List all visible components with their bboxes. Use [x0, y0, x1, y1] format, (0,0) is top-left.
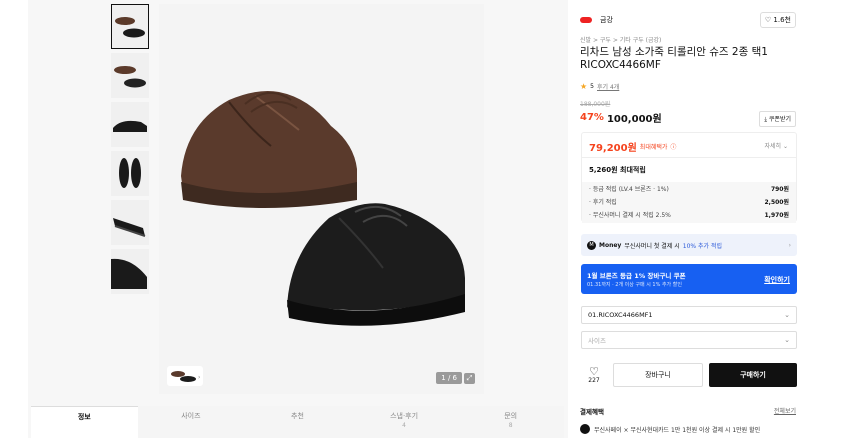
original-price: 188,000원	[580, 101, 611, 108]
thumbnail-3[interactable]	[111, 102, 149, 147]
card-icon	[580, 424, 590, 434]
shoe-image	[181, 91, 465, 326]
detail-toggle[interactable]: 자세히 ⌄	[765, 141, 789, 150]
review-link[interactable]: 후기 4개	[597, 82, 619, 91]
item-value: 1,970원	[764, 212, 790, 219]
item-label: · 무신사머니 결제 시 적립 2.5%	[589, 212, 671, 219]
shoe-thumb-icon	[113, 120, 147, 132]
expand-icon[interactable]: ⤢	[464, 373, 475, 384]
coupon-banner[interactable]: 1월 브론즈 등급 1% 장바구니 쿠폰 01.31까지 · 2개 이상 구매 …	[581, 264, 797, 294]
shoe-thumb-icon	[113, 218, 146, 237]
money-highlight: 10% 추가 적립	[682, 242, 722, 250]
max-benefit-price: 79,200원 최대혜택가 ⓘ	[589, 139, 676, 154]
money-brand: Money	[599, 241, 622, 249]
product-info-panel: 금강 ♡ 1.6천 신발 > 구두 > 기타 구두 (금강) 리차드 남성 소가…	[580, 0, 798, 438]
option-value: 01.RICOXC4466MF1	[588, 311, 653, 319]
image-counter: 1 / 6	[436, 372, 462, 384]
brand-name: 금강	[600, 16, 613, 24]
chevron-right-icon: ›	[788, 241, 791, 249]
detail-label: 자세히	[764, 143, 782, 150]
product-page: › 1 / 6 ⤢ 정보 사이즈 추천 스냅·후기 4 문의 8 금강 ♡ 1.6천…	[0, 0, 850, 438]
option-select[interactable]: 01.RICOXC4466MF1 ⌄	[581, 306, 797, 324]
tab-info[interactable]: 정보	[31, 406, 138, 438]
thumbnail-list	[111, 4, 151, 298]
tab-label: 문의	[504, 412, 518, 420]
chevron-down-icon: ⌄	[784, 311, 790, 319]
mini-thumbnail[interactable]: ›	[167, 366, 203, 386]
benefit-box: 79,200원 최대혜택가 ⓘ 자세히 ⌄ 5,260원 최대적립 · 등급 적…	[581, 132, 797, 223]
main-product-image[interactable]: › 1 / 6 ⤢	[159, 4, 484, 394]
thumbnail-5[interactable]	[111, 200, 149, 245]
item-label: · 후기 적립	[589, 199, 617, 206]
chevron-down-icon: ⌄	[784, 336, 790, 344]
banner-subtitle: 01.31까지 · 2개 이상 구매 시 1% 추가 할인	[587, 282, 682, 288]
shoe-thumb-icon	[119, 158, 141, 188]
divider	[582, 157, 796, 158]
like-button[interactable]: ♡ 227	[581, 366, 607, 384]
thumbnail-2[interactable]	[111, 53, 149, 98]
breadcrumb[interactable]: 신발 > 구두 > 기타 구두 (금강)	[580, 35, 798, 44]
brand-like-button[interactable]: ♡ 1.6천	[759, 12, 796, 28]
tab-size[interactable]: 사이즈	[138, 406, 245, 438]
thumbnail-6[interactable]	[111, 249, 149, 294]
like-count: 1.6천	[773, 16, 791, 24]
item-value: 2,500원	[764, 199, 790, 206]
rating-value: 5	[590, 83, 594, 90]
tab-reviews[interactable]: 스냅·후기 4	[351, 406, 458, 438]
size-select[interactable]: 사이즈 ⌄	[581, 331, 797, 349]
star-icon: ★	[580, 82, 588, 91]
item-value: 790원	[770, 186, 789, 193]
money-text: 무신사머니 첫 결제 시	[624, 242, 680, 250]
banner-cta[interactable]: 확인하기	[764, 275, 790, 285]
list-item: · 무신사머니 결제 시 적립 2.5% 1,970원	[582, 208, 796, 221]
tab-label: 정보	[77, 413, 91, 421]
banner-title: 1월 브론즈 등급 1% 장바구니 쿠폰	[587, 272, 686, 280]
svg-text:›: ›	[198, 374, 200, 381]
tab-label: 사이즈	[181, 412, 201, 420]
payment-more-link[interactable]: 전체보기	[774, 406, 796, 415]
brand-logo-icon	[580, 17, 592, 23]
tab-label: 스냅·후기	[390, 412, 419, 420]
money-logo-icon: M	[587, 240, 596, 250]
list-item: · 후기 적립 2,500원	[582, 195, 796, 208]
item-label: · 등급 적립 (LV.4 브론즈 · 1%)	[589, 186, 669, 193]
tab-inquiry[interactable]: 문의 8	[457, 406, 564, 438]
sale-price: 100,000원	[606, 114, 662, 125]
shoe-mini-icon: ›	[171, 371, 200, 382]
buy-button[interactable]: 구매하기	[709, 363, 797, 387]
shoe-thumb-icon	[115, 17, 145, 38]
action-bar: ♡ 227 장바구니 구매하기	[581, 362, 797, 388]
like-count: 227	[588, 377, 600, 384]
coupon-button[interactable]: ⤓ 쿠폰받기	[759, 111, 796, 127]
payment-heading: 결제혜택	[580, 408, 604, 416]
list-item: · 등급 적립 (LV.4 브론즈 · 1%) 790원	[582, 182, 796, 195]
money-promo[interactable]: M Money 무신사머니 첫 결제 시 10% 추가 적립 ›	[581, 234, 797, 256]
payment-row: 무신사페이 × 무신사현대카드 1만 1천원 이상 결제 시 1만원 할인	[580, 424, 798, 434]
tab-count: 4	[402, 422, 406, 429]
payment-text: 무신사페이 × 무신사현대카드 1만 1천원 이상 결제 시 1만원 할인	[594, 426, 761, 434]
size-placeholder: 사이즈	[588, 337, 606, 345]
shoe-thumb-icon	[111, 258, 147, 289]
shoe-thumb-icon	[114, 66, 146, 88]
thumbnail-1[interactable]	[111, 4, 149, 49]
detail-tabs: 정보 사이즈 추천 스냅·후기 4 문의 8	[31, 406, 564, 438]
tab-count: 8	[508, 422, 513, 429]
accumulate-total: 5,260원 최대적립	[589, 166, 646, 174]
cart-button[interactable]: 장바구니	[613, 363, 703, 387]
product-title: 리차드 남성 소가죽 티롤리안 슈즈 2종 택1 RICOXC4466MF	[580, 46, 768, 71]
max-price: 79,200원	[589, 143, 637, 154]
accumulate-list: · 등급 적립 (LV.4 브론즈 · 1%) 790원 · 후기 적립 2,500…	[582, 182, 796, 223]
discount-rate: 47%	[580, 112, 604, 123]
max-label: 최대혜택가	[639, 144, 668, 151]
heart-icon: ♡	[589, 365, 599, 378]
rating-row: ★ 5 후기 4개	[580, 82, 798, 91]
info-icon[interactable]: ⓘ	[670, 142, 676, 151]
tab-recommend[interactable]: 추천	[244, 406, 351, 438]
coupon-label: 쿠폰받기	[768, 116, 791, 123]
tab-label: 추천	[291, 412, 304, 420]
thumbnail-4[interactable]	[111, 151, 149, 196]
